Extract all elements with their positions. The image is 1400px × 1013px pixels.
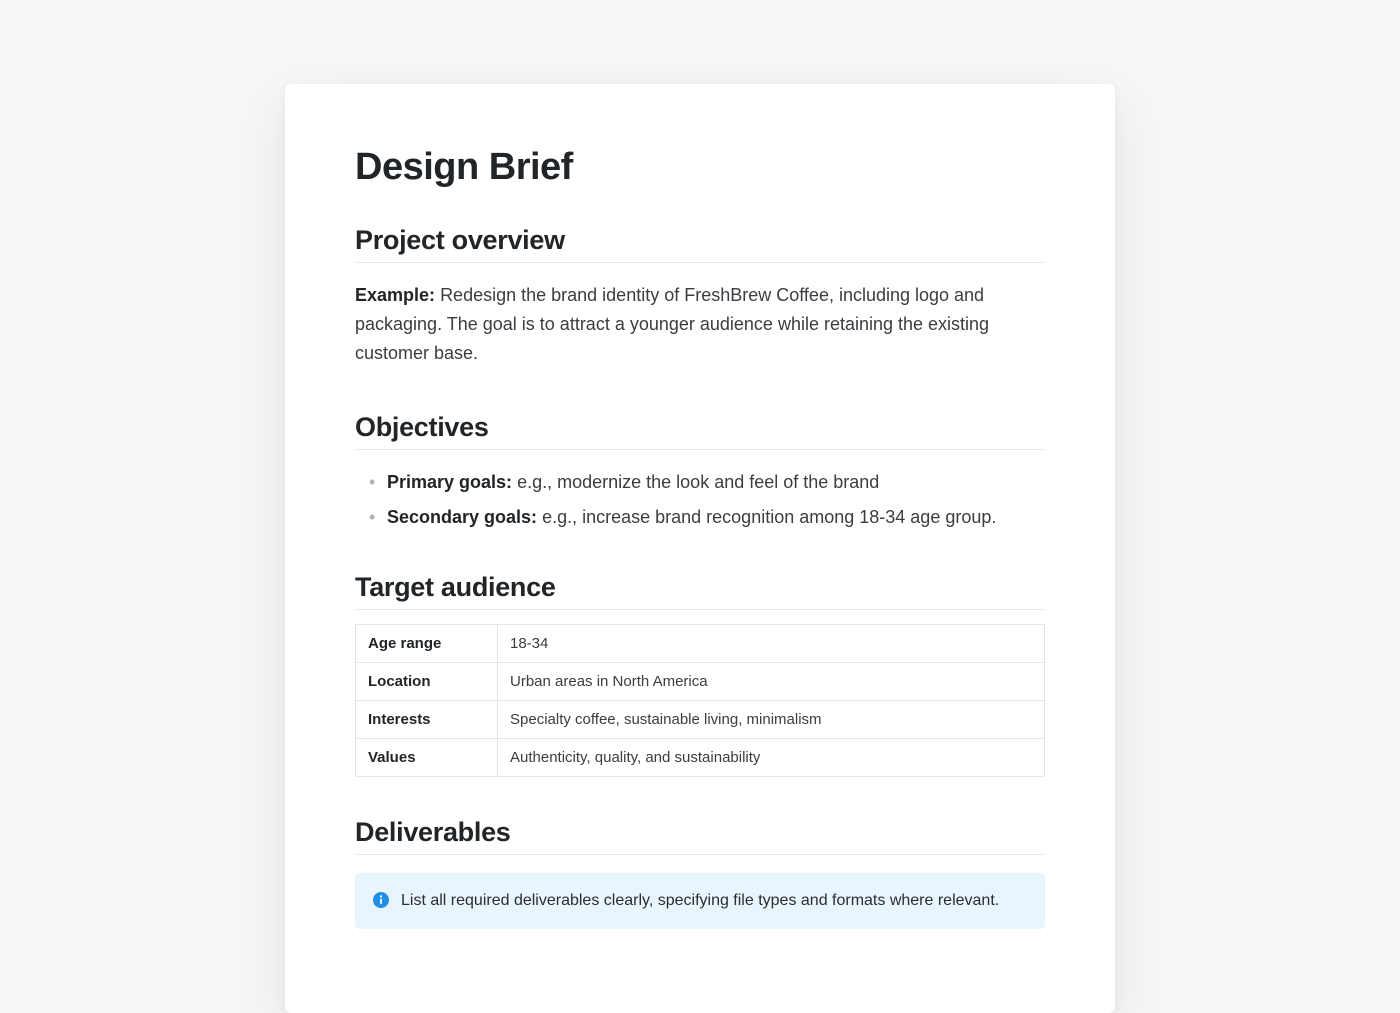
overview-example-text: Redesign the brand identity of FreshBrew… (355, 285, 989, 363)
info-panel-text: List all required deliverables clearly, … (401, 889, 999, 913)
objective-item: Primary goals: e.g., modernize the look … (369, 468, 1045, 497)
section-objectives: Objectives Primary goals: e.g., moderniz… (355, 412, 1045, 532)
info-panel: List all required deliverables clearly, … (355, 873, 1045, 929)
audience-key: Location (356, 663, 498, 701)
section-target-audience: Target audience Age range 18-34 Location… (355, 572, 1045, 777)
overview-example-label: Example: (355, 285, 435, 305)
section-deliverables: Deliverables List all required deliverab… (355, 817, 1045, 929)
heading-objectives: Objectives (355, 412, 1045, 450)
objective-text: e.g., modernize the look and feel of the… (517, 472, 879, 492)
audience-key: Age range (356, 625, 498, 663)
audience-value: Authenticity, quality, and sustainabilit… (498, 739, 1045, 777)
audience-table: Age range 18-34 Location Urban areas in … (355, 624, 1045, 777)
audience-value: Urban areas in North America (498, 663, 1045, 701)
objective-text: e.g., increase brand recognition among 1… (542, 507, 996, 527)
audience-key: Interests (356, 701, 498, 739)
table-row: Age range 18-34 (356, 625, 1045, 663)
objectives-list: Primary goals: e.g., modernize the look … (355, 468, 1045, 532)
audience-value: 18-34 (498, 625, 1045, 663)
objective-label: Primary goals: (387, 472, 512, 492)
table-row: Location Urban areas in North America (356, 663, 1045, 701)
table-row: Values Authenticity, quality, and sustai… (356, 739, 1045, 777)
section-project-overview: Project overview Example: Redesign the b… (355, 225, 1045, 368)
audience-key: Values (356, 739, 498, 777)
heading-target-audience: Target audience (355, 572, 1045, 610)
document-title: Design Brief (355, 146, 1045, 189)
table-row: Interests Specialty coffee, sustainable … (356, 701, 1045, 739)
heading-project-overview: Project overview (355, 225, 1045, 263)
objective-item: Secondary goals: e.g., increase brand re… (369, 503, 1045, 532)
audience-value: Specialty coffee, sustainable living, mi… (498, 701, 1045, 739)
overview-paragraph: Example: Redesign the brand identity of … (355, 281, 1045, 368)
info-icon (373, 892, 389, 908)
heading-deliverables: Deliverables (355, 817, 1045, 855)
document-card: Design Brief Project overview Example: R… (285, 84, 1115, 1013)
objective-label: Secondary goals: (387, 507, 537, 527)
